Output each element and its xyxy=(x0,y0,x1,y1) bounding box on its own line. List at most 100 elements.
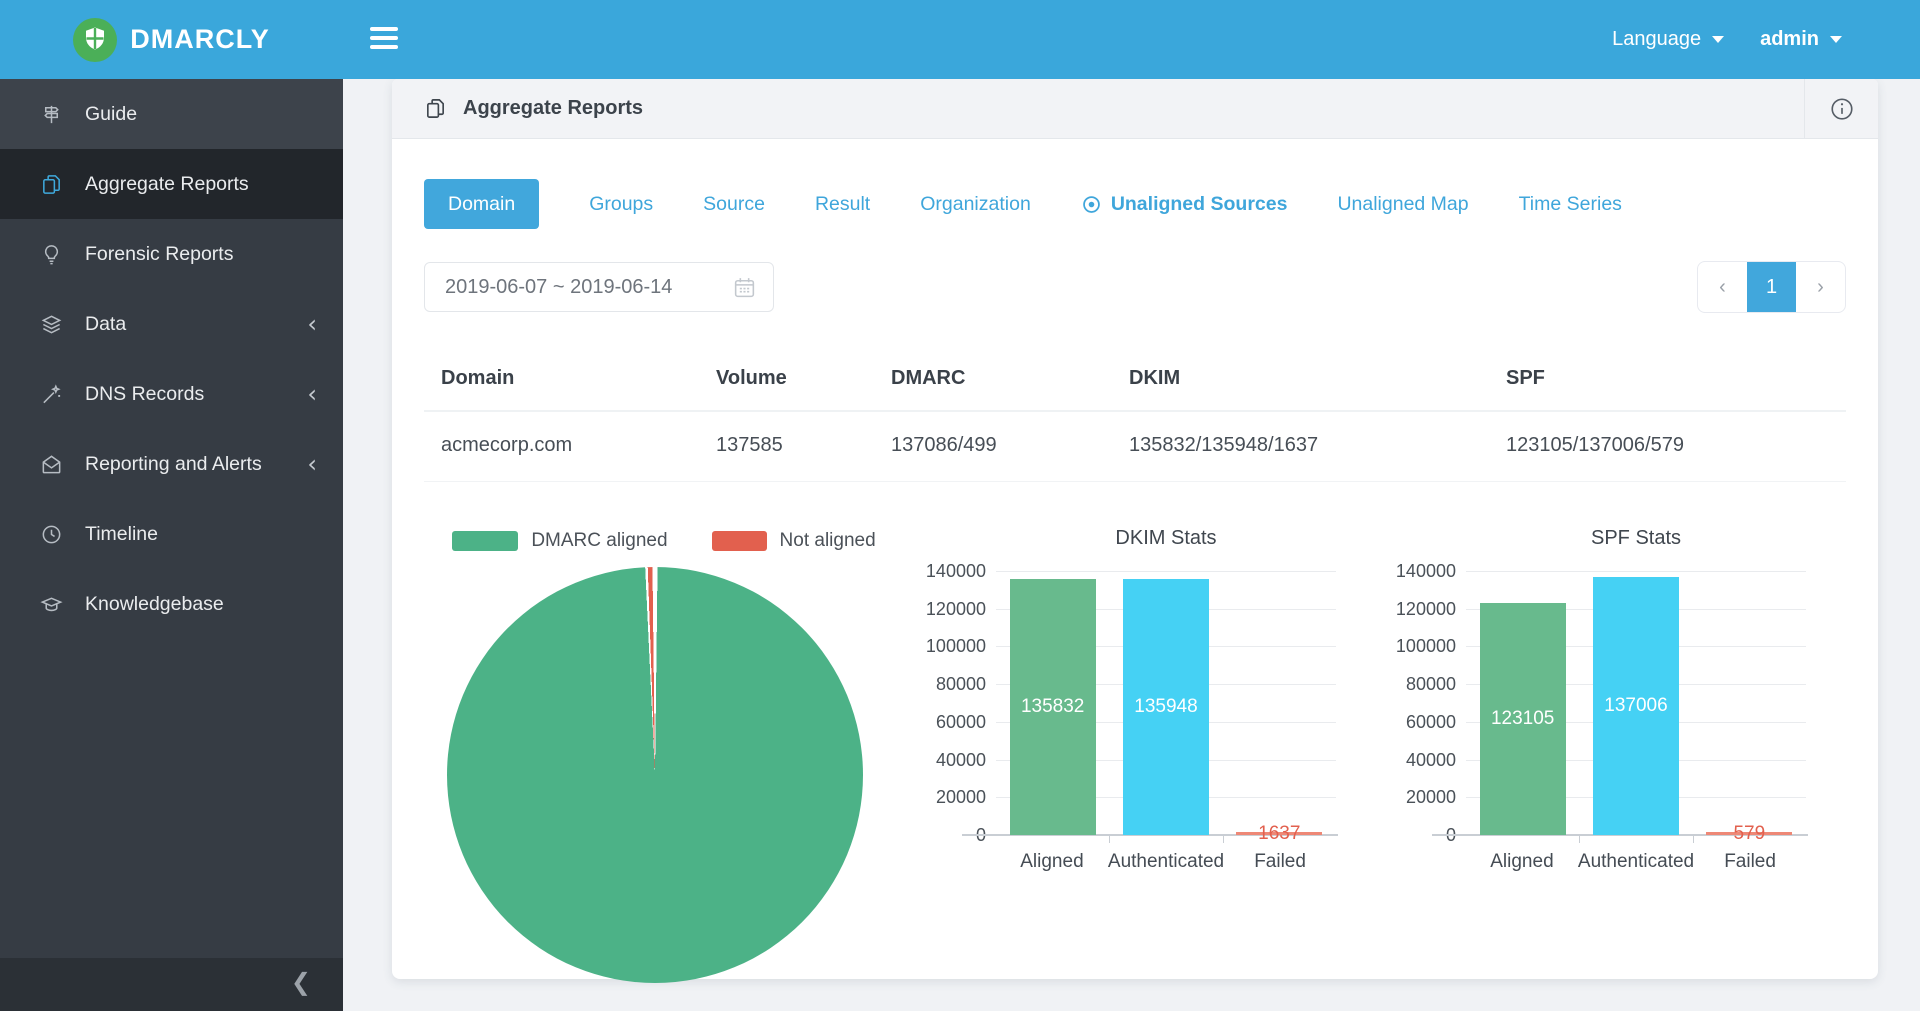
tab-time-series[interactable]: Time Series xyxy=(1519,193,1622,216)
tab-unaligned-map[interactable]: Unaligned Map xyxy=(1337,193,1468,216)
y-tick-label: 40000 xyxy=(1394,749,1456,771)
chevron-down-icon xyxy=(1830,36,1842,43)
column-header-spf: SPF xyxy=(1489,349,1846,411)
dmarc-alignment-pie-chart xyxy=(447,567,863,983)
pagination-page-1[interactable]: 1 xyxy=(1747,262,1796,312)
y-tick-label: 100000 xyxy=(1394,635,1456,657)
sidebar-item-label: Reporting and Alerts xyxy=(85,453,262,476)
y-tick-label: 20000 xyxy=(1394,786,1456,808)
signpost-icon xyxy=(40,103,63,126)
cell-domain: acmecorp.com xyxy=(424,411,699,482)
y-tick-label: 40000 xyxy=(924,749,986,771)
bar-slot: 135948 xyxy=(1109,571,1222,835)
chart-title: DKIM Stats xyxy=(996,527,1336,555)
sidebar-item-label: Data xyxy=(85,313,126,336)
y-tick-label: 120000 xyxy=(1394,598,1456,620)
bar-authenticated: 137006 xyxy=(1593,577,1679,835)
bar-value-label: 135948 xyxy=(1066,696,1266,718)
sidebar-item-aggregate-reports[interactable]: Aggregate Reports xyxy=(0,149,343,219)
pagination-next-button[interactable]: › xyxy=(1796,262,1845,312)
dmarc-alignment-pie-block: DMARC aligned Not aligned xyxy=(424,527,904,983)
chevron-left-icon: ‹ xyxy=(307,359,317,429)
sidebar-item-forensic-reports[interactable]: Forensic Reports xyxy=(0,219,343,289)
column-header-dkim: DKIM xyxy=(1112,349,1489,411)
info-button[interactable] xyxy=(1804,79,1878,138)
bar-value-label: 1637 xyxy=(1179,823,1379,845)
sidebar-collapse-button[interactable]: ❮ xyxy=(0,958,343,1011)
chart-title: SPF Stats xyxy=(1466,527,1806,555)
x-tick-mark xyxy=(1579,836,1580,843)
sidebar-item-label: Guide xyxy=(85,103,137,126)
chevron-left-icon: ‹ xyxy=(307,429,317,499)
user-dropdown[interactable]: admin xyxy=(1760,28,1842,51)
lightbulb-icon xyxy=(40,243,63,266)
bar-value-label: 579 xyxy=(1649,823,1849,845)
sidebar-item-label: Timeline xyxy=(85,523,158,546)
graduation-cap-icon xyxy=(40,593,63,616)
tab-groups[interactable]: Groups xyxy=(589,193,653,216)
tab-domain[interactable]: Domain xyxy=(424,179,539,229)
y-tick-label: 140000 xyxy=(924,560,986,582)
sidebar-item-knowledgebase[interactable]: Knowledgebase xyxy=(0,569,343,639)
tab-result[interactable]: Result xyxy=(815,193,870,216)
chevron-left-icon: ‹ xyxy=(307,289,317,359)
dkim-stats-chart: DKIM Stats 02000040000600008000010000012… xyxy=(924,527,1374,983)
aggregate-reports-card: Aggregate Reports Domain Groups Source R… xyxy=(392,79,1878,979)
bar-value-label: 137006 xyxy=(1536,695,1736,717)
pagination: ‹ 1 › xyxy=(1697,261,1846,313)
y-tick-label: 100000 xyxy=(924,635,986,657)
clock-icon xyxy=(40,523,63,546)
sidebar-item-label: Aggregate Reports xyxy=(85,173,249,196)
column-header-domain: Domain xyxy=(424,349,699,411)
tab-organization[interactable]: Organization xyxy=(920,193,1031,216)
x-axis-label: Authenticated xyxy=(1108,851,1224,873)
sidebar-item-reporting-and-alerts[interactable]: Reporting and Alerts ‹ xyxy=(0,429,343,499)
bar-failed: 579 xyxy=(1706,832,1792,835)
x-tick-mark xyxy=(1109,836,1110,843)
cell-spf: 123105/137006/579 xyxy=(1489,411,1846,482)
tab-unaligned-sources[interactable]: Unaligned Sources xyxy=(1081,193,1288,216)
sidebar-nav: Guide Aggregate Reports Forensic Reports… xyxy=(0,79,343,1011)
legend-label-not-aligned: Not aligned xyxy=(780,530,876,552)
x-axis-labels: AlignedAuthenticatedFailed xyxy=(1466,851,1806,873)
mail-open-icon xyxy=(40,453,63,476)
x-axis-label: Failed xyxy=(1694,851,1806,873)
hamburger-menu-icon[interactable] xyxy=(370,27,398,49)
bar-slot: 137006 xyxy=(1579,571,1692,835)
plot-area: 123105137006579 xyxy=(1466,571,1806,835)
sidebar-item-timeline[interactable]: Timeline xyxy=(0,499,343,569)
top-bar: DMARCLY Language admin xyxy=(0,0,1920,79)
pagination-prev-button[interactable]: ‹ xyxy=(1698,262,1747,312)
card-header: Aggregate Reports xyxy=(392,79,1878,139)
shield-logo-icon xyxy=(73,18,117,62)
x-axis-label: Aligned xyxy=(1466,851,1578,873)
plot-area: 1358321359481637 xyxy=(996,571,1336,835)
y-tick-label: 140000 xyxy=(1394,560,1456,582)
sidebar-item-label: Forensic Reports xyxy=(85,243,233,266)
y-tick-label: 20000 xyxy=(924,786,986,808)
bar-failed: 1637 xyxy=(1236,832,1322,835)
brand-name: DMARCLY xyxy=(130,24,270,55)
chevron-left-icon: ❮ xyxy=(291,968,311,996)
sidebar-item-label: DNS Records xyxy=(85,383,204,406)
copy-pages-icon xyxy=(424,97,447,120)
sidebar-item-guide[interactable]: Guide xyxy=(0,79,343,149)
charts-section: DMARC aligned Not aligned DKIM Stats 020… xyxy=(392,482,1878,983)
language-dropdown[interactable]: Language xyxy=(1612,28,1724,51)
sidebar-item-dns-records[interactable]: DNS Records ‹ xyxy=(0,359,343,429)
chevron-left-icon: ‹ xyxy=(1719,276,1726,299)
table-row: acmecorp.com 137585 137086/499 135832/13… xyxy=(424,411,1846,482)
report-tabs: Domain Groups Source Result Organization… xyxy=(392,139,1878,229)
legend-label-dmarc-aligned: DMARC aligned xyxy=(531,530,667,552)
magic-wand-icon xyxy=(40,383,63,406)
bar-authenticated: 135948 xyxy=(1123,579,1209,835)
date-range-picker[interactable]: 2019-06-07 ~ 2019-06-14 xyxy=(424,262,774,312)
column-header-volume: Volume xyxy=(699,349,874,411)
info-circle-icon xyxy=(1829,96,1855,122)
copy-pages-icon xyxy=(40,173,63,196)
y-axis: 020000400006000080000100000120000140000 xyxy=(1394,571,1456,835)
brand-logo[interactable]: DMARCLY xyxy=(0,0,343,79)
sidebar-item-data[interactable]: Data ‹ xyxy=(0,289,343,359)
date-range-value: 2019-06-07 ~ 2019-06-14 xyxy=(445,276,672,299)
tab-source[interactable]: Source xyxy=(703,193,765,216)
